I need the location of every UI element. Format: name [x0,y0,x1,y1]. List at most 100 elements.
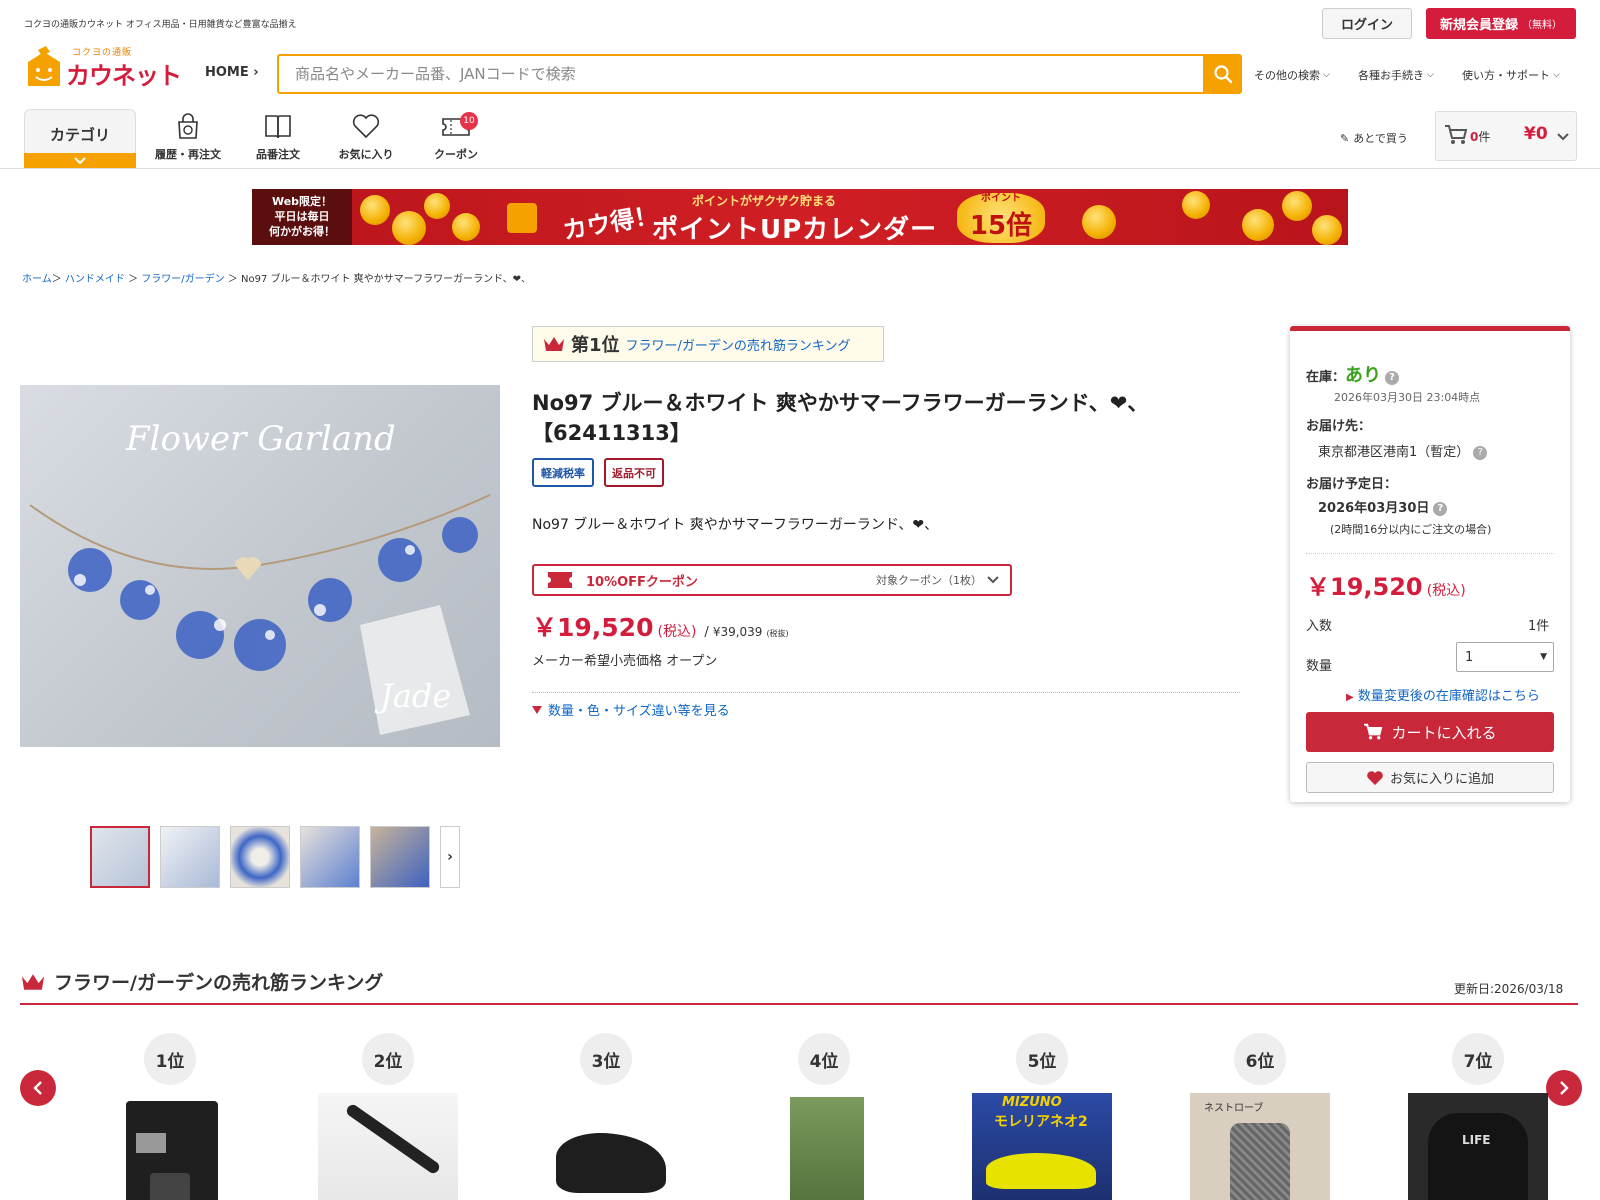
breadcrumb-flower-garden[interactable]: フラワー/ガーデン [141,274,224,285]
search-button[interactable] [1204,54,1242,94]
thumbnail-next-button[interactable]: › [440,826,460,888]
nav-history-reorder[interactable]: 履歴・再注文 [148,110,228,162]
breadcrumb: ホーム＞ ハンドメイド ＞ フラワー/ガーデン ＞ No97 ブルー＆ホワイト … [22,270,531,285]
nav-other-search[interactable]: その他の検索 ⌵ [1254,67,1330,83]
chevron-down-icon: ▼ [1540,652,1547,662]
non-returnable-badge: 返品不可 [604,458,664,487]
price-main: ￥19,520 [532,613,654,642]
nav-history-label: 履歴・再注文 [155,148,221,161]
coin-icon [392,211,426,245]
history-icon [178,113,198,139]
image-sign-text: Jade [380,677,452,715]
cart-icon [1445,125,1468,144]
category-menu-button[interactable]: カテゴリ [24,109,136,169]
ranking-item[interactable]: 1位 [100,1033,240,1200]
product-title: No97 ブルー＆ホワイト 爽やかサマーフラワーガーランド、❤︎、【624113… [532,391,1149,445]
logo-text[interactable]: カウネット [66,56,182,91]
help-icon[interactable]: ? [1385,370,1400,385]
banner-left-line: 何かがお得！ [269,225,335,238]
thumbnail-image[interactable] [300,826,360,888]
ranking-item-image[interactable] [754,1093,894,1200]
ranking-item-position: 2位 [362,1033,414,1085]
variants-toggle[interactable]: 数量・色・サイズ違い等を見る [532,700,730,719]
nav-favorites[interactable]: お気に入り [326,110,406,162]
ranking-prev-button[interactable] [20,1070,56,1106]
ranking-item[interactable]: 7位 LIFE [1408,1033,1548,1200]
stock-row: 在庫：あり? [1306,361,1400,387]
banner-left-line: Web限定！ [271,195,333,208]
ranking-item-image[interactable]: MIZUNO モレリアネオ2 [972,1093,1112,1200]
ranking-item[interactable]: 5位 MIZUNO モレリアネオ2 [972,1033,1112,1200]
delivery-date-row: 2026年03月30日? [1318,497,1448,516]
ranking-item[interactable]: 4位 [754,1033,894,1200]
pack-size-value: 1件 [1528,619,1550,634]
nav-coupons[interactable]: 10 クーポン [416,110,496,162]
pack-size-label: 入数 [1306,619,1333,634]
nav-other-search-label: その他の検索 [1254,69,1320,82]
chevron-left-icon [33,1081,42,1095]
logo-mascot-icon[interactable] [24,46,64,90]
breadcrumb-separator: ＞ [51,274,65,285]
thumbnail-image[interactable] [90,826,150,888]
ranking-item-image[interactable] [318,1093,458,1200]
banner-title: ポイントUPカレンダー [652,215,938,245]
login-button[interactable]: ログイン [1322,8,1412,39]
ranking-item[interactable]: 3位 [536,1033,676,1200]
add-to-cart-label: カートに入れる [1391,723,1497,742]
category-bar [24,153,136,169]
price-tax-excluded-note: (税抜) [766,629,789,638]
stock-label: 在庫： [1306,370,1346,385]
register-button[interactable]: 新規会員登録 （無料） [1426,8,1576,39]
home-link[interactable]: HOME › [205,65,259,80]
ranking-item-position: 6位 [1234,1033,1286,1085]
ranking-divider [20,1003,1578,1005]
stock-check-link[interactable]: ▶ 数量変更後の在庫確認はこちら [1346,685,1540,704]
ranking-item-image[interactable]: ネストローブ [1190,1093,1330,1200]
coupon-dropdown[interactable]: 10%OFFクーポン 対象クーポン（1枚） [532,564,1012,596]
cart-icon [1364,723,1383,740]
chevron-right-icon [1560,1081,1569,1095]
thumbnail-strip: › [90,826,460,888]
delivery-destination[interactable]: 東京都港区港南1（暫定） [1318,445,1469,460]
thumbnail-image[interactable] [370,826,430,888]
point-up-calendar-banner[interactable]: Web限定！ 平日は毎日 何かがお得！ カウ得！ ポイントがザクザク貯まる ポイ… [252,189,1348,245]
nav-support[interactable]: 使い方・サポート ⌵ [1462,67,1560,83]
nav-coupons-label: クーポン [434,148,478,161]
add-to-cart-button[interactable]: カートに入れる [1306,712,1554,752]
breadcrumb-separator: ＞ [224,274,241,285]
search-input[interactable] [279,56,1203,92]
price-tax-excluded: ¥39,039 [712,625,763,639]
quantity-select[interactable]: 1 ▼ [1456,642,1554,672]
ranking-item-position: 4位 [798,1033,850,1085]
breadcrumb-home[interactable]: ホーム [22,274,52,285]
category-label: カテゴリ [49,126,110,144]
help-icon[interactable]: ? [1433,501,1448,516]
help-icon[interactable]: ? [1473,445,1488,460]
ranking-item-image[interactable] [536,1093,676,1200]
thumbnail-image[interactable] [230,826,290,888]
product-main-image[interactable]: Flower Garland Jade [20,385,500,747]
stock-check-label: 数量変更後の在庫確認はこちら [1357,689,1540,704]
search-field[interactable] [277,54,1205,94]
ranking-badge[interactable]: 第1位 フラワー/ガーデンの売れ筋ランキング [532,326,884,362]
heart-plus-icon [1367,770,1383,785]
save-for-later-link[interactable]: ✎ あとで買う [1340,130,1408,146]
ranking-link[interactable]: フラワー/ガーデンの売れ筋ランキング [626,335,851,354]
nav-procedures[interactable]: 各種お手続き ⌵ [1358,67,1434,83]
coupon-ticket-icon [548,572,572,588]
cart-summary-button[interactable]: 0件 ¥0 [1435,111,1577,161]
panel-price-tax: (税込) [1426,583,1466,599]
thumbnail-image[interactable] [160,826,220,888]
nav-item-number-order[interactable]: 品番注文 [238,110,318,162]
ranking-item[interactable]: 2位 [318,1033,458,1200]
ranking-item-image[interactable]: LIFE [1408,1093,1548,1200]
nav-favorites-label: お気に入り [338,148,394,161]
breadcrumb-handmade[interactable]: ハンドメイド [65,274,125,285]
add-to-favorites-button[interactable]: お気に入りに追加 [1306,762,1554,793]
ranking-next-button[interactable] [1546,1070,1582,1106]
register-label: 新規会員登録 [1439,18,1518,33]
price-separator: / [704,625,709,640]
ranking-item-image[interactable] [100,1093,240,1200]
chevron-down-icon: ⌵ [1427,70,1434,80]
ranking-item[interactable]: 6位 ネストローブ [1190,1033,1330,1200]
